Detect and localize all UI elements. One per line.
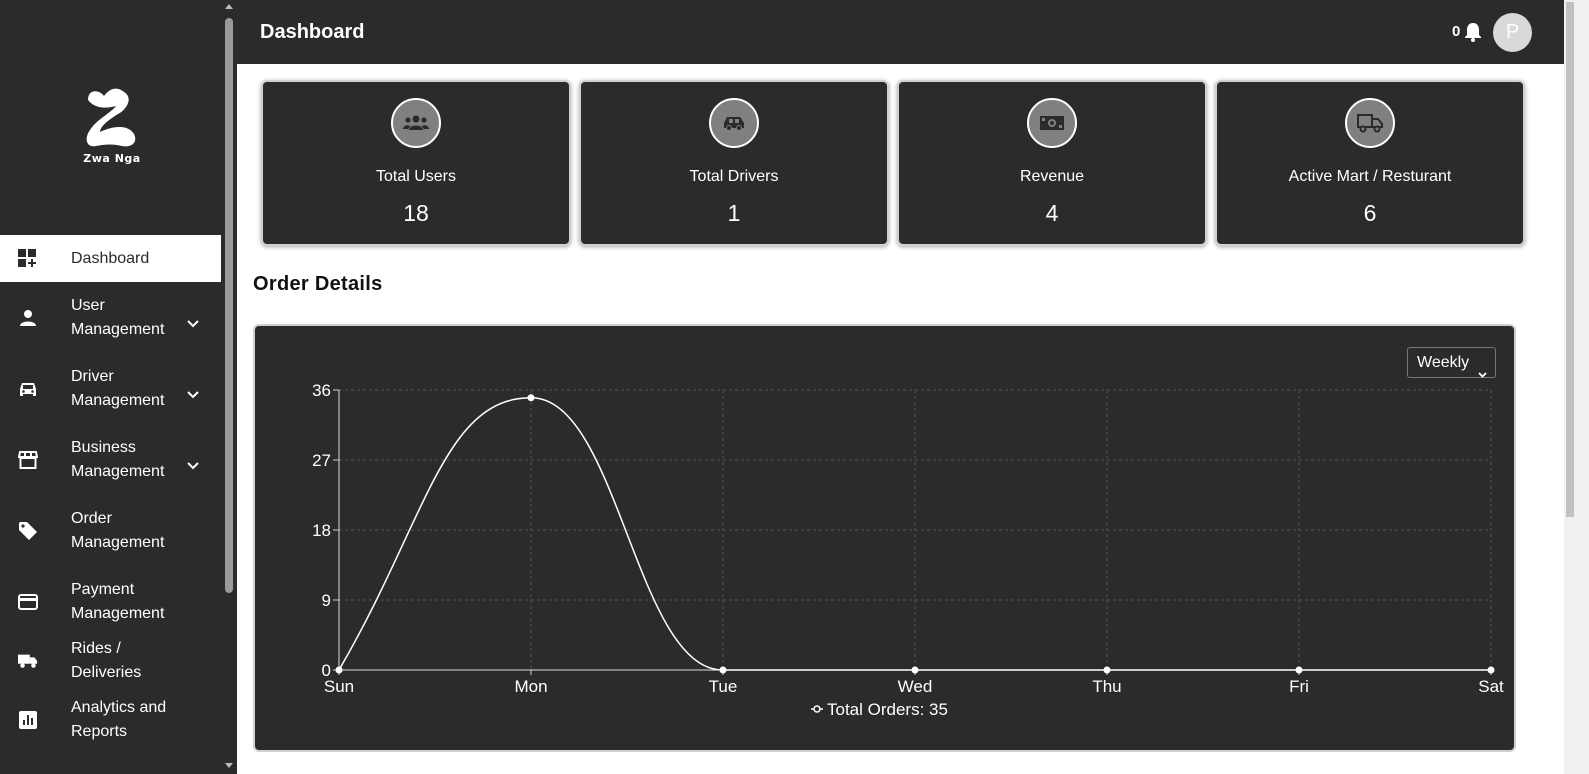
top-bar: Dashboard 0 P (237, 0, 1564, 64)
money-icon (1027, 98, 1077, 148)
bell-icon[interactable] (1464, 22, 1482, 47)
sidebar-item-label: Rides / Deliveries (71, 639, 142, 681)
data-point (1487, 666, 1495, 674)
stat-value: 4 (1045, 200, 1059, 226)
y-tick-label: 36 (312, 381, 331, 400)
avatar[interactable]: P (1493, 13, 1532, 52)
data-point (527, 394, 535, 402)
users-icon (391, 98, 441, 148)
period-select[interactable]: Weekly (1407, 347, 1496, 378)
tag-icon (18, 521, 38, 541)
dashboard-icon (18, 248, 38, 269)
car-icon (18, 379, 38, 399)
stat-card-total-users: Total Users 18 (261, 80, 571, 246)
stat-label: Total Users (375, 168, 457, 185)
sidebar-scrollbar[interactable] (221, 0, 237, 774)
page-scroll-thumb[interactable] (1566, 2, 1574, 517)
x-tick-label: Fri (1289, 677, 1309, 696)
data-point (1103, 666, 1111, 674)
sidebar-item-label: Order Management (71, 509, 165, 551)
x-tick-label: Sun (324, 677, 354, 696)
stat-value: 6 (1363, 200, 1377, 226)
stat-label: Active Mart / Resturant (1288, 168, 1452, 185)
sidebar-item-label: Dashboard (71, 249, 150, 267)
x-tick-label: Wed (898, 677, 933, 696)
person-icon (18, 308, 38, 328)
sidebar-item-driver-management[interactable]: Driver Management (0, 353, 221, 424)
sidebar-item-label: Payment Management (71, 580, 165, 622)
stat-card-revenue: Revenue 4 (897, 80, 1207, 246)
page-title: Dashboard (260, 21, 365, 43)
scroll-up-arrow-icon[interactable] (225, 4, 233, 9)
car-icon (709, 98, 759, 148)
sidebar-item-payment-management[interactable]: Payment Management (0, 566, 221, 637)
stat-label: Revenue (1019, 168, 1085, 185)
chevron-down-icon[interactable] (187, 383, 199, 407)
brand-name: Zwa Nga (83, 152, 141, 165)
data-point (911, 666, 919, 674)
zwa-nga-logo-icon (86, 88, 136, 147)
order-chart-card: Weekly 0 9 18 27 36 Sun Mon Tue Wed Thu Fri Sat Tota… (253, 324, 1516, 752)
analytics-icon (18, 710, 38, 730)
data-point (719, 666, 727, 674)
data-point (1295, 666, 1303, 674)
stat-label: Total Drivers (689, 168, 779, 185)
stat-value: 1 (727, 200, 741, 226)
sidebar-item-label: Analytics and Reports (71, 698, 167, 740)
sidebar-item-label: Business Management (71, 438, 165, 480)
sidebar: Zwa Nga Dashboard User Management Driver… (0, 0, 221, 774)
sidebar-item-rides-deliveries[interactable]: Rides / Deliveries (0, 637, 221, 684)
period-select-value: Weekly (1417, 354, 1470, 371)
x-tick-label: Mon (514, 677, 547, 696)
page-scrollbar[interactable] (1564, 0, 1589, 774)
legend-point-marker (813, 705, 821, 713)
x-tick-label: Tue (709, 677, 738, 696)
sidebar-scroll-thumb[interactable] (225, 18, 233, 593)
sidebar-item-label: User Management (71, 296, 165, 338)
data-point (335, 666, 343, 674)
y-tick-label: 18 (312, 521, 331, 540)
y-tick-label: 27 (312, 451, 331, 470)
brand-logo: Zwa Nga (64, 86, 160, 176)
sidebar-item-business-management[interactable]: Business Management (0, 424, 221, 495)
stat-value: 18 (403, 200, 429, 226)
chevron-down-icon[interactable] (187, 312, 199, 336)
chevron-down-icon[interactable] (187, 454, 199, 478)
truck-icon (18, 651, 38, 671)
sidebar-nav: Dashboard User Management Driver Managem… (0, 235, 221, 755)
stat-card-total-drivers: Total Drivers 1 (579, 80, 889, 246)
x-tick-label: Sat (1478, 677, 1504, 696)
notification-count: 0 (1452, 23, 1461, 40)
y-tick-label: 9 (322, 591, 331, 610)
sidebar-item-order-management[interactable]: Order Management (0, 495, 221, 566)
legend-label: Total Orders: 35 (827, 700, 948, 719)
sidebar-item-user-management[interactable]: User Management (0, 282, 221, 353)
section-title-order-details: Order Details (253, 273, 383, 295)
chevron-down-icon (1478, 359, 1487, 388)
truck-icon (1345, 98, 1395, 148)
sidebar-item-analytics-reports[interactable]: Analytics and Reports (0, 684, 221, 755)
store-icon (18, 450, 38, 470)
x-tick-label: Thu (1092, 677, 1121, 696)
order-line-chart: 09182736Sun Mon Tue Wed Thu Fri SatTotal Order… (312, 381, 1504, 719)
scroll-down-arrow-icon[interactable] (225, 763, 233, 768)
credit-card-icon (18, 592, 38, 612)
stat-card-active-mart: Active Mart / Resturant 6 (1215, 80, 1525, 246)
sidebar-item-label: Driver Management (71, 367, 165, 409)
sidebar-item-dashboard[interactable]: Dashboard (0, 235, 221, 282)
